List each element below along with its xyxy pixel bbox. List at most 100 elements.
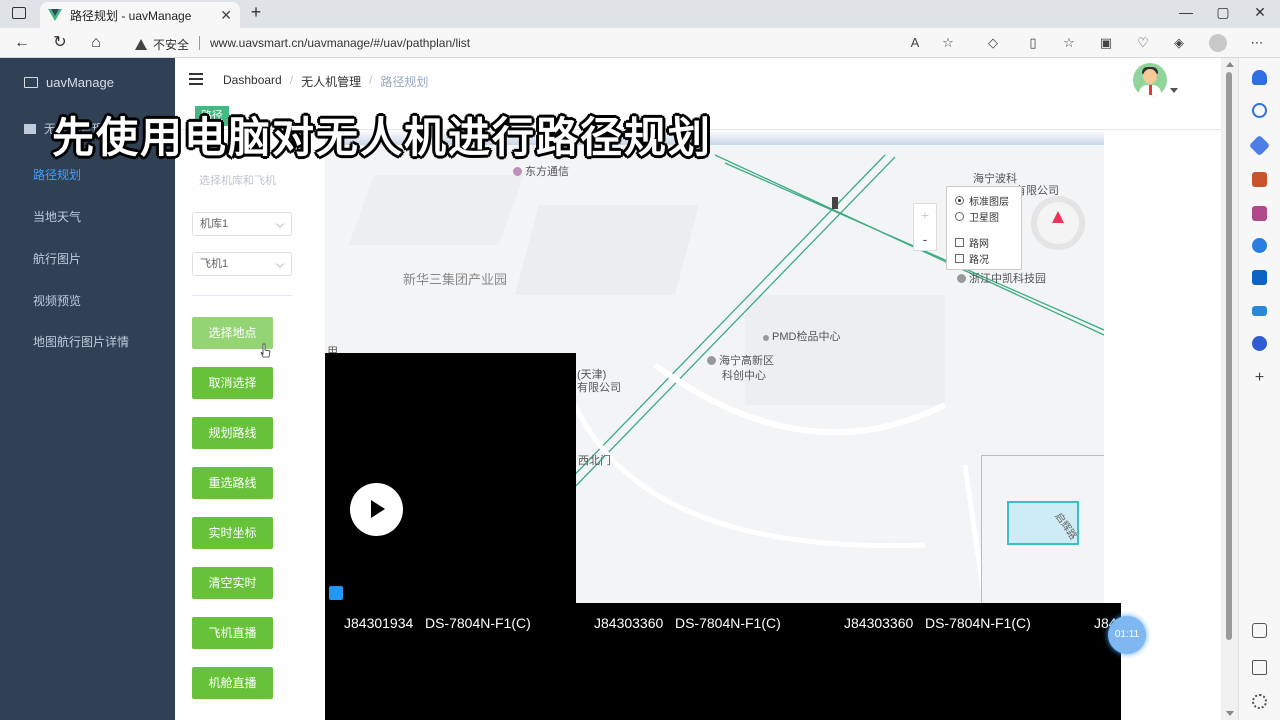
- breadcrumb-uav-management[interactable]: 无人机管理: [301, 73, 361, 90]
- cursor-pointer-icon: [260, 343, 271, 358]
- reselect-route-button[interactable]: 重选路线: [192, 467, 273, 499]
- back-icon[interactable]: ←: [12, 33, 32, 53]
- layer-traffic[interactable]: 路况: [955, 251, 989, 266]
- realtime-coords-button[interactable]: 实时坐标: [192, 517, 273, 549]
- overview-minimap[interactable]: 启辉路: [981, 455, 1104, 603]
- warning-icon: [135, 39, 147, 50]
- read-aloud-icon[interactable]: A: [906, 34, 924, 52]
- brand[interactable]: uavManage: [24, 75, 114, 90]
- video-player[interactable]: [325, 353, 576, 603]
- page-scrollbar[interactable]: [1221, 58, 1238, 720]
- new-tab-button[interactable]: +: [246, 3, 266, 23]
- performance-icon[interactable]: ♡: [1134, 34, 1152, 52]
- avatar[interactable]: [1133, 63, 1167, 97]
- poi-xinhua[interactable]: 新华三集团产业园: [403, 269, 507, 288]
- profile-icon[interactable]: [1209, 34, 1227, 52]
- poi-haining-bo[interactable]: 海宁波科: [973, 170, 1017, 186]
- tab-title: 路径规划 - uavManage: [70, 8, 192, 23]
- browser-sidebar: +: [1238, 58, 1280, 720]
- shopping-icon[interactable]: [1252, 306, 1267, 316]
- clear-realtime-button[interactable]: 清空实时: [192, 567, 273, 599]
- top-header: Dashboard / 无人机管理 / 路径规划: [175, 58, 1221, 102]
- open-external-icon[interactable]: [1252, 660, 1267, 675]
- search-icon[interactable]: [1252, 103, 1267, 118]
- layer-roadnet[interactable]: 路网: [955, 235, 989, 250]
- plane-live-button[interactable]: 飞机直播: [192, 617, 273, 649]
- sidebar-item-flight-images[interactable]: 航行图片: [33, 250, 81, 267]
- scroll-up-icon[interactable]: [1226, 62, 1234, 67]
- minimize-button[interactable]: —: [1176, 4, 1196, 20]
- close-window-button[interactable]: ✕: [1250, 4, 1270, 21]
- caret-down-icon[interactable]: [1170, 88, 1178, 93]
- layer-satellite[interactable]: 卫星图: [955, 209, 999, 224]
- hangar-select[interactable]: 机库1: [192, 212, 292, 236]
- compass-control[interactable]: [1031, 196, 1085, 250]
- camera-label[interactable]: J84303360 DS-7804N-F1(C): [844, 615, 1031, 631]
- browser-tab[interactable]: 路径规划 - uavManage ✕: [40, 2, 240, 28]
- recording-timer[interactable]: 01:11: [1108, 616, 1146, 654]
- home-icon[interactable]: ⌂: [86, 33, 106, 53]
- screenshot-icon[interactable]: [1252, 623, 1267, 638]
- cancel-selection-button[interactable]: 取消选择: [192, 367, 273, 399]
- notification-bell-icon[interactable]: [1252, 70, 1267, 85]
- tab-close-icon[interactable]: ✕: [220, 7, 232, 24]
- poi-xibeimen: 西北门: [578, 455, 611, 467]
- brand-label: uavManage: [46, 75, 114, 90]
- plane-select[interactable]: 飞机1: [192, 252, 292, 276]
- refresh-icon[interactable]: ↻: [50, 33, 70, 53]
- zoom-in-button[interactable]: +: [914, 204, 936, 228]
- more-menu-icon[interactable]: ⋯: [1248, 34, 1266, 52]
- vue-logo-icon: [48, 9, 62, 21]
- layer-standard[interactable]: 标准图层: [955, 193, 1009, 208]
- paw-icon[interactable]: [1252, 336, 1267, 351]
- cabin-live-button[interactable]: 机舱直播: [192, 667, 273, 699]
- poi-zhongkai[interactable]: 浙江中凯科技园: [957, 270, 1046, 286]
- poi-pmd[interactable]: PMD检品中心: [763, 328, 840, 344]
- add-icon[interactable]: +: [1252, 370, 1267, 386]
- play-icon[interactable]: [350, 483, 403, 536]
- tag-icon[interactable]: [1248, 134, 1271, 157]
- copilot-icon[interactable]: ◈: [1170, 34, 1188, 52]
- breadcrumb-current: 路径规划: [380, 75, 429, 89]
- breadcrumb-dashboard[interactable]: Dashboard: [223, 73, 282, 90]
- scroll-thumb[interactable]: [1226, 72, 1232, 640]
- sidebar-item-video-preview[interactable]: 视频预览: [33, 292, 81, 309]
- games-icon[interactable]: [1252, 206, 1267, 221]
- camera-label[interactable]: J84301934 DS-7804N-F1(C): [344, 615, 531, 631]
- monitor-icon: [24, 123, 36, 134]
- microsoft-365-icon[interactable]: [1252, 238, 1267, 253]
- sidebar-item-weather[interactable]: 当地天气: [33, 208, 81, 225]
- monitor-icon: [24, 77, 38, 88]
- overlay-caption: 先使用电脑对无人机进行路径规划: [52, 113, 713, 162]
- outlook-icon[interactable]: [1252, 270, 1267, 285]
- collections-icon[interactable]: ▣: [1097, 34, 1115, 52]
- camera-strip: J84301934 DS-7804N-F1(C) J84303360 DS-78…: [325, 603, 1121, 720]
- chevron-down-icon: [275, 259, 285, 269]
- plan-route-button[interactable]: 规划路线: [192, 417, 273, 449]
- url-input[interactable]: www.uavsmart.cn/uavmanage/#/uav/pathplan…: [210, 36, 470, 50]
- compass-needle-icon: [1052, 211, 1064, 223]
- split-screen-icon[interactable]: ▯: [1024, 34, 1042, 52]
- zoom-out-button[interactable]: -: [914, 228, 936, 252]
- url-divider: [199, 36, 200, 50]
- sidebar-item-path-plan[interactable]: 路径规划: [33, 166, 81, 183]
- tab-actions-icon[interactable]: [12, 7, 26, 19]
- scroll-down-icon[interactable]: [1226, 711, 1234, 716]
- toolbox-icon[interactable]: [1252, 172, 1267, 187]
- poi-gaoxin[interactable]: 海宁高新区: [707, 352, 774, 368]
- sidebar-item-map-image-detail[interactable]: 地图航行图片详情: [33, 333, 129, 350]
- settings-gear-icon[interactable]: [1252, 694, 1267, 709]
- poi-pin-icon: [957, 274, 966, 283]
- extensions-icon[interactable]: ◇: [984, 34, 1002, 52]
- security-indicator[interactable]: 不安全: [135, 36, 189, 53]
- camera-label[interactable]: J84303360 DS-7804N-F1(C): [594, 615, 781, 631]
- maximize-button[interactable]: ▢: [1213, 4, 1233, 21]
- favorite-star-icon[interactable]: ☆: [939, 34, 957, 52]
- poi-dongfang[interactable]: 东方通信: [513, 163, 569, 179]
- favorites-icon[interactable]: ☆: [1060, 34, 1078, 52]
- radio-checked-icon: [955, 196, 964, 205]
- breadcrumb-separator: /: [289, 73, 294, 87]
- security-label: 不安全: [153, 38, 190, 52]
- address-bar: ← ↻ ⌂ 不安全 www.uavsmart.cn/uavmanage/#/ua…: [0, 28, 1280, 58]
- hamburger-icon[interactable]: [189, 73, 203, 85]
